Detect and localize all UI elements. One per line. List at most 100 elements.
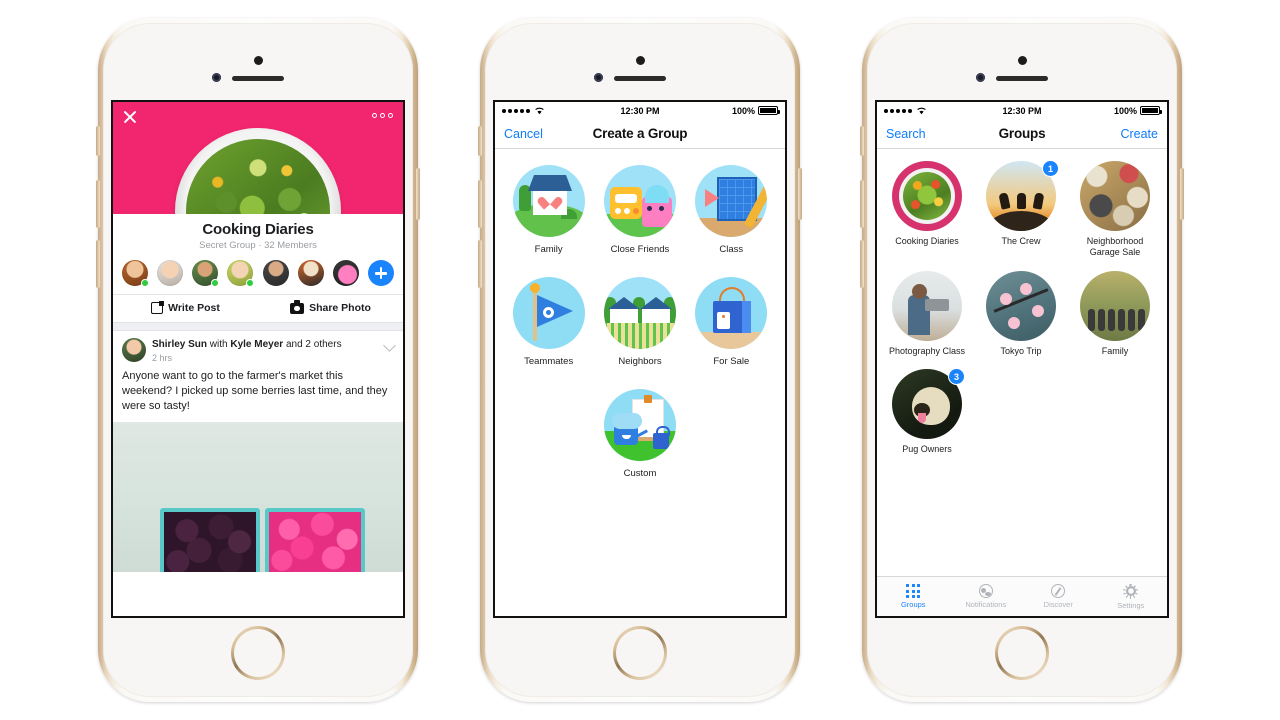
post-photo[interactable] bbox=[113, 422, 403, 573]
earpiece-speaker bbox=[996, 76, 1048, 81]
avatar[interactable] bbox=[192, 260, 220, 287]
ring-switch[interactable] bbox=[96, 126, 100, 156]
post-author[interactable]: Shirley Sun bbox=[152, 339, 207, 350]
volume-down-button[interactable] bbox=[478, 240, 482, 288]
earpiece-speaker bbox=[614, 76, 666, 81]
phone3-screen: 12:30 PM 100% Search Groups Create Cooki… bbox=[875, 100, 1169, 618]
home-button[interactable] bbox=[231, 626, 285, 680]
post-timestamp: 2 hrs bbox=[152, 352, 173, 363]
photographer-thumb bbox=[892, 270, 962, 341]
write-post-button[interactable]: Write Post bbox=[113, 302, 258, 314]
group-item-pug-owners[interactable]: 3 Pug Owners bbox=[885, 367, 969, 455]
earpiece-speaker bbox=[232, 76, 284, 81]
power-button[interactable] bbox=[798, 168, 802, 220]
post-actions-row: Write Post Share Photo bbox=[113, 295, 403, 322]
groups-row: Photography Class Tokyo Trip Family bbox=[885, 270, 1159, 357]
avatar[interactable] bbox=[227, 260, 255, 287]
ring-switch[interactable] bbox=[860, 126, 864, 156]
nav-bar: Cancel Create a Group bbox=[495, 119, 785, 149]
group-detail-phone: Cooking Diaries Secret Group · 32 Member… bbox=[96, 18, 420, 702]
custom-easel-icon bbox=[604, 389, 676, 461]
tab-discover[interactable]: Discover bbox=[1022, 577, 1095, 616]
avatar[interactable] bbox=[262, 260, 289, 286]
compass-icon bbox=[1051, 584, 1066, 598]
post-body-text: Anyone want to go to the farmer's market… bbox=[122, 369, 388, 412]
avatar[interactable] bbox=[122, 338, 146, 362]
group-item-the-crew[interactable]: 1 The Crew bbox=[979, 160, 1063, 259]
post-tagged-person[interactable]: Kyle Meyer bbox=[230, 339, 283, 350]
create-button[interactable]: Create bbox=[1112, 127, 1158, 141]
unread-badge: 3 bbox=[948, 367, 965, 385]
group-type-custom[interactable]: Custom bbox=[598, 389, 682, 479]
status-bar-left bbox=[502, 106, 594, 115]
group-item-family[interactable]: Family bbox=[1073, 270, 1157, 357]
camera-icon bbox=[290, 300, 305, 314]
power-button[interactable] bbox=[1180, 168, 1184, 220]
cancel-button[interactable]: Cancel bbox=[504, 127, 550, 141]
group-item-cooking-diaries[interactable]: Cooking Diaries bbox=[885, 161, 969, 259]
group-label: Photography Class bbox=[888, 345, 966, 356]
tab-label: Notifications bbox=[965, 600, 1007, 609]
write-post-label: Write Post bbox=[168, 302, 220, 314]
tab-notifications[interactable]: Notifications bbox=[950, 577, 1023, 616]
add-member-button[interactable] bbox=[367, 260, 394, 286]
groups-list-phone: 12:30 PM 100% Search Groups Create Cooki… bbox=[860, 18, 1184, 702]
group-type-close-friends[interactable]: Close Friends bbox=[598, 165, 682, 255]
volume-up-button[interactable] bbox=[478, 180, 482, 228]
avatar[interactable] bbox=[297, 260, 324, 286]
group-type-row: Family Close Friends Class bbox=[503, 165, 777, 255]
group-type-row: Custom bbox=[503, 389, 777, 479]
avatar[interactable] bbox=[122, 260, 149, 287]
close-icon[interactable] bbox=[122, 109, 138, 125]
screenshot-stage: Cooking Diaries Secret Group · 32 Member… bbox=[0, 0, 1280, 720]
chevron-down-icon[interactable] bbox=[383, 339, 396, 352]
raspberries-crate bbox=[265, 508, 365, 573]
share-photo-button[interactable]: Share Photo bbox=[258, 300, 403, 314]
wifi-icon bbox=[917, 107, 926, 115]
class-chalkboard-icon bbox=[695, 165, 768, 237]
group-type-teammates[interactable]: Teammates bbox=[507, 277, 591, 367]
volume-up-button[interactable] bbox=[860, 180, 864, 228]
neighbors-houses-icon bbox=[603, 277, 676, 349]
home-button[interactable] bbox=[613, 626, 667, 680]
group-type-neighbors[interactable]: Neighbors bbox=[598, 277, 682, 367]
garage-sale-thumb bbox=[1080, 161, 1150, 231]
teammates-flag-icon bbox=[512, 277, 585, 349]
post-others[interactable]: and 2 others bbox=[286, 339, 342, 350]
volume-down-button[interactable] bbox=[860, 240, 864, 288]
ring-switch[interactable] bbox=[478, 126, 482, 156]
group-item-photography-class[interactable]: Photography Class bbox=[885, 270, 969, 357]
group-item-neighborhood-garage-sale[interactable]: Neighborhood Garage Sale bbox=[1073, 161, 1157, 259]
group-item-tokyo-trip[interactable]: Tokyo Trip bbox=[979, 270, 1063, 357]
more-options-icon[interactable] bbox=[372, 113, 393, 118]
status-bar-time: 12:30 PM bbox=[1002, 105, 1042, 116]
status-bar-right: 100% bbox=[1068, 106, 1162, 116]
front-camera-icon bbox=[976, 73, 985, 82]
page-title: Cooking Diaries bbox=[202, 221, 314, 238]
tab-settings[interactable]: Settings bbox=[1095, 577, 1168, 616]
group-subtitle: Secret Group · 32 Members bbox=[199, 240, 317, 251]
front-camera-icon bbox=[212, 73, 221, 82]
avatar[interactable] bbox=[332, 260, 359, 286]
family-group-thumb bbox=[1080, 270, 1150, 341]
volume-up-button[interactable] bbox=[96, 180, 100, 228]
cherry-blossom-thumb bbox=[986, 270, 1056, 341]
tab-label: Settings bbox=[1117, 600, 1145, 610]
post-card: Shirley Sun with Kyle Meyer and 2 others… bbox=[113, 331, 403, 423]
avatar[interactable] bbox=[157, 260, 184, 286]
home-button[interactable] bbox=[995, 626, 1049, 680]
power-button[interactable] bbox=[416, 168, 420, 220]
volume-down-button[interactable] bbox=[96, 240, 100, 288]
member-avatar-row bbox=[113, 253, 403, 295]
group-type-class[interactable]: Class bbox=[689, 165, 773, 255]
group-type-label: Teammates bbox=[524, 356, 574, 367]
close-friends-robots-icon bbox=[603, 165, 676, 237]
group-type-label: Close Friends bbox=[610, 244, 670, 255]
group-type-family[interactable]: Family bbox=[507, 165, 591, 255]
group-type-for-sale[interactable]: For Sale bbox=[689, 277, 773, 367]
group-type-label: Class bbox=[719, 244, 744, 255]
tab-groups[interactable]: Groups bbox=[877, 577, 950, 616]
status-bar-left bbox=[884, 106, 976, 115]
post-meta: Shirley Sun with Kyle Meyer and 2 others… bbox=[152, 338, 379, 363]
search-button[interactable]: Search bbox=[886, 127, 932, 141]
